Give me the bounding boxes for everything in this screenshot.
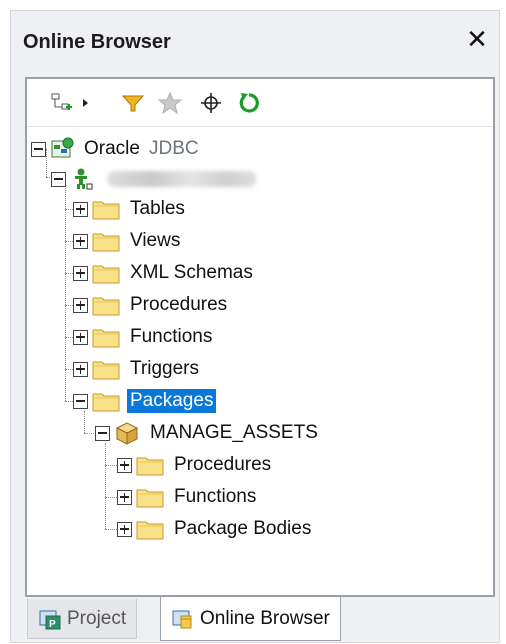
window-title: Online Browser [23, 31, 171, 53]
tree-node-xml-schemas[interactable]: XML Schemas [73, 259, 256, 287]
toolbar [27, 79, 493, 127]
title-bar: Online Browser ✕ [11, 11, 499, 73]
tree-node-label: Functions [174, 486, 257, 507]
folder-icon [92, 262, 120, 284]
tree-node-package-functions[interactable]: Functions [117, 483, 259, 511]
filter-icon [121, 95, 145, 112]
folder-icon [136, 518, 164, 540]
add-object-icon [51, 93, 72, 110]
locate-button[interactable] [197, 89, 225, 117]
favorite-star-icon [157, 91, 183, 115]
browser-panel: Oracle JDBC Tables Views XML Schemas Pro… [25, 77, 495, 597]
favorite-button[interactable] [155, 89, 185, 117]
folder-icon [92, 358, 120, 380]
filter-button[interactable] [119, 89, 147, 117]
connection-type-label: JDBC [148, 138, 199, 159]
tree-node-oracle[interactable]: Oracle JDBC [31, 135, 199, 163]
expand-toggle[interactable] [73, 233, 88, 249]
expand-toggle[interactable] [117, 521, 132, 537]
tree-node-package-bodies[interactable]: Package Bodies [117, 515, 314, 543]
redacted-schema-name [107, 171, 257, 187]
tree-node-manage-assets[interactable]: MANAGE_ASSETS [95, 419, 321, 447]
tab-online-browser[interactable]: Online Browser [160, 597, 341, 641]
expand-toggle[interactable] [73, 265, 88, 281]
expand-toggle[interactable] [73, 201, 88, 217]
tree-node-views[interactable]: Views [73, 227, 183, 255]
tree-node-package-procedures[interactable]: Procedures [117, 451, 274, 479]
tree-node-procedures[interactable]: Procedures [73, 291, 230, 319]
tree-node-schema[interactable] [51, 165, 257, 193]
refresh-icon [239, 93, 259, 113]
collapse-toggle[interactable] [31, 141, 46, 157]
package-box-icon [114, 421, 140, 445]
tree-node-label: Package Bodies [174, 518, 312, 539]
tree-node-label: Procedures [174, 454, 272, 475]
folder-icon [92, 198, 120, 220]
tree-node-tables[interactable]: Tables [73, 195, 188, 223]
tree-node-label: Functions [130, 326, 213, 347]
close-icon[interactable]: ✕ [463, 25, 491, 53]
bottom-tab-bar: P Project Online Browser [25, 597, 495, 644]
expand-toggle[interactable] [73, 361, 88, 377]
add-object-button[interactable] [49, 89, 91, 117]
expand-toggle[interactable] [117, 489, 132, 505]
svg-text:P: P [49, 619, 56, 630]
collapse-toggle[interactable] [51, 171, 66, 187]
tree-node-label: Tables [130, 198, 185, 219]
tree-node-label: MANAGE_ASSETS [150, 422, 318, 443]
folder-icon [92, 230, 120, 252]
folder-icon [136, 454, 164, 476]
object-tree: Oracle JDBC Tables Views XML Schemas Pro… [27, 129, 493, 595]
expand-toggle[interactable] [73, 329, 88, 345]
online-browser-icon [171, 608, 195, 630]
expand-toggle[interactable] [73, 297, 88, 313]
tree-node-label: Triggers [130, 358, 199, 379]
tree-node-label: XML Schemas [130, 262, 253, 283]
folder-icon [136, 486, 164, 508]
refresh-button[interactable] [235, 89, 263, 117]
collapse-toggle[interactable] [73, 393, 88, 409]
user-schema-icon [70, 167, 94, 191]
collapse-toggle[interactable] [95, 425, 110, 441]
tab-label: Project [67, 607, 127, 629]
tree-node-label: Views [130, 230, 181, 251]
folder-open-icon [92, 390, 120, 412]
folder-icon [92, 294, 120, 316]
tab-project[interactable]: P Project [27, 599, 138, 639]
tree-node-packages[interactable]: Packages [73, 387, 217, 415]
locate-crosshair-icon [201, 93, 221, 113]
tree-node-label: Procedures [130, 294, 228, 315]
folder-icon [92, 326, 120, 348]
dropdown-arrow-icon [83, 99, 88, 107]
database-connection-icon [50, 137, 74, 161]
tree-node-label: Packages [127, 389, 217, 413]
tree-node-triggers[interactable]: Triggers [73, 355, 202, 383]
project-icon: P [38, 608, 62, 630]
expand-toggle[interactable] [117, 457, 132, 473]
tree-node-functions[interactable]: Functions [73, 323, 215, 351]
tree-node-label: Oracle [84, 138, 140, 159]
online-browser-window: Online Browser ✕ Oracle JDBC Tables View… [10, 10, 500, 643]
tab-label: Online Browser [200, 607, 330, 629]
